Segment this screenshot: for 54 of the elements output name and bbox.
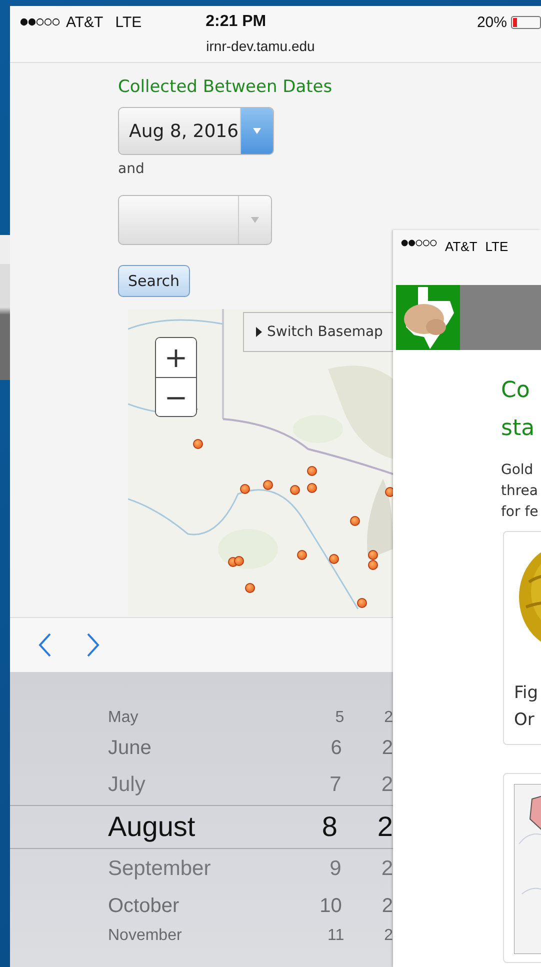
month-option: September bbox=[10, 857, 312, 881]
picker-row[interactable]: May 5 2 bbox=[10, 705, 393, 731]
start-date-select[interactable]: Aug 8, 2016 bbox=[118, 107, 274, 155]
picker-row[interactable]: October 10 2 bbox=[10, 889, 393, 923]
picker-row[interactable]: November 11 2 bbox=[10, 923, 393, 949]
date-picker[interactable]: May 5 2 June 6 2 July 7 2 August 8 2 September 9 2 October 10 2 November 11 2 bbox=[10, 672, 393, 967]
intro-text: Gold bbox=[501, 461, 534, 480]
zoom-out-button[interactable]: − bbox=[156, 377, 196, 416]
month-option: August bbox=[10, 811, 308, 843]
day-option: 7 bbox=[312, 773, 342, 797]
page-title: sta bbox=[501, 415, 535, 443]
url-label: irnr-dev.tamu.edu bbox=[205, 38, 316, 54]
day-option: 8 bbox=[308, 811, 338, 843]
year-option: 2 bbox=[384, 927, 393, 945]
caret-icon bbox=[256, 327, 262, 337]
month-option: October bbox=[10, 894, 312, 918]
year-option: 2 bbox=[377, 811, 393, 843]
day-option: 9 bbox=[312, 857, 342, 881]
clock: 2:21 PM bbox=[206, 13, 266, 31]
battery-percent: 20% bbox=[476, 14, 507, 30]
year-option: 2 bbox=[381, 773, 393, 797]
year-option: 2 bbox=[382, 894, 393, 918]
year-option: 2 bbox=[384, 709, 393, 727]
intro-text: threa bbox=[501, 482, 538, 501]
network-label: LTE bbox=[485, 239, 508, 254]
dropdown-arrow-icon bbox=[252, 127, 262, 135]
month-option: November bbox=[10, 927, 314, 945]
search-button[interactable]: Search bbox=[118, 265, 190, 297]
carrier-label: AT&T bbox=[445, 239, 478, 254]
day-option: 11 bbox=[314, 927, 344, 945]
signal-icon bbox=[401, 239, 437, 247]
switch-basemap-button[interactable]: Switch Basemap bbox=[243, 312, 393, 352]
month-option: June bbox=[10, 736, 312, 760]
picker-row[interactable]: August 8 2 bbox=[10, 805, 393, 849]
battery-icon bbox=[511, 16, 541, 28]
year-option: 2 bbox=[381, 857, 393, 881]
month-option: July bbox=[10, 773, 312, 797]
signal-icon bbox=[20, 18, 60, 26]
figure-caption: Fig bbox=[514, 682, 538, 705]
year-option: 2 bbox=[382, 736, 393, 760]
day-option: 5 bbox=[314, 709, 344, 727]
next-icon[interactable] bbox=[86, 633, 100, 657]
dropdown-arrow-icon bbox=[250, 216, 260, 224]
day-option: 6 bbox=[312, 736, 342, 760]
intro-text: for fe bbox=[501, 503, 538, 522]
day-option: 10 bbox=[312, 894, 342, 918]
section-heading: Collected Between Dates bbox=[118, 77, 332, 97]
page-title: Co bbox=[501, 377, 530, 405]
month-option: May bbox=[10, 709, 314, 727]
and-label: and bbox=[118, 161, 144, 177]
carrier-label: AT&T bbox=[66, 14, 104, 30]
figure-caption: Or bbox=[514, 709, 536, 732]
network-label: LTE bbox=[115, 14, 142, 30]
previous-icon[interactable] bbox=[38, 633, 52, 657]
